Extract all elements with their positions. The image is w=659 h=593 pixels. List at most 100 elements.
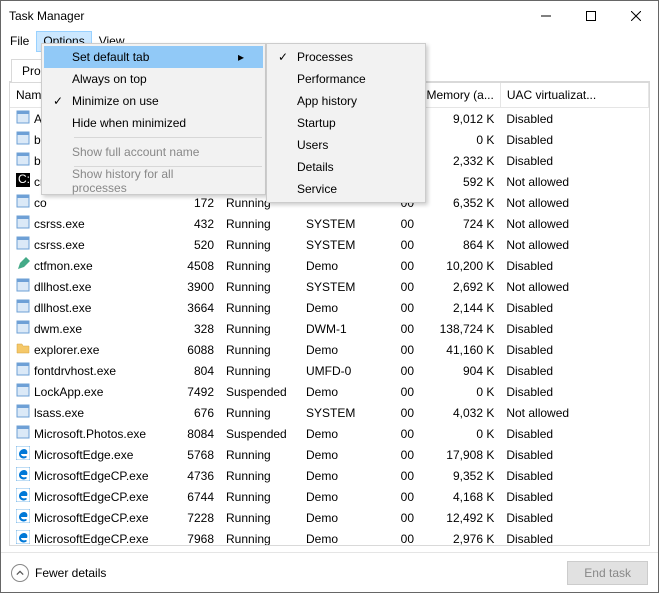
process-name: LockApp.exe: [34, 385, 103, 399]
process-user: Demo: [300, 339, 380, 360]
submenu-service[interactable]: Service: [269, 178, 423, 200]
table-row[interactable]: dwm.exe328RunningDWM-100138,724 KDisable…: [10, 318, 649, 339]
process-pid: 7228: [165, 507, 220, 528]
process-memory: 12,492 K: [420, 507, 500, 528]
process-status: Running: [220, 402, 300, 423]
process-memory: 2,692 K: [420, 276, 500, 297]
process-uac: Disabled: [500, 444, 648, 465]
process-icon: [16, 362, 30, 379]
process-memory: 4,032 K: [420, 402, 500, 423]
submenu-startup[interactable]: Startup: [269, 112, 423, 134]
menu-file[interactable]: File: [3, 31, 36, 52]
process-uac: Disabled: [500, 297, 648, 318]
process-memory: 6,352 K: [420, 192, 500, 213]
fewer-details-button[interactable]: Fewer details: [11, 564, 106, 582]
process-icon: [16, 467, 30, 484]
close-button[interactable]: [613, 1, 658, 31]
process-icon: [16, 215, 30, 232]
process-name: MicrosoftEdgeCP.exe: [34, 490, 149, 504]
process-status: Running: [220, 507, 300, 528]
process-pid: 8084: [165, 423, 220, 444]
submenu-app-history[interactable]: App history: [269, 90, 423, 112]
process-name: dwm.exe: [34, 322, 82, 336]
process-icon: [16, 257, 30, 274]
process-user: Demo: [300, 486, 380, 507]
process-status: Running: [220, 339, 300, 360]
table-row[interactable]: MicrosoftEdge.exe5768RunningDemo0017,908…: [10, 444, 649, 465]
table-row[interactable]: Microsoft.Photos.exe8084SuspendedDemo000…: [10, 423, 649, 444]
end-task-button[interactable]: End task: [567, 561, 648, 585]
process-user: Demo: [300, 423, 380, 444]
submenu-details[interactable]: Details: [269, 156, 423, 178]
table-row[interactable]: csrss.exe432RunningSYSTEM00724 KNot allo…: [10, 213, 649, 234]
process-memory: 2,976 K: [420, 528, 500, 545]
table-row[interactable]: explorer.exe6088RunningDemo0041,160 KDis…: [10, 339, 649, 360]
table-row[interactable]: MicrosoftEdgeCP.exe4736RunningDemo009,35…: [10, 465, 649, 486]
process-uac: Disabled: [500, 528, 648, 545]
process-name: lsass.exe: [34, 406, 84, 420]
process-pid: 4508: [165, 255, 220, 276]
process-status: Running: [220, 297, 300, 318]
submenu-details-label: Details: [297, 160, 407, 174]
process-user: SYSTEM: [300, 276, 380, 297]
process-user: Demo: [300, 528, 380, 545]
submenu-startup-label: Startup: [297, 116, 407, 130]
process-icon: [16, 530, 30, 545]
menu-always-on-top[interactable]: Always on top: [44, 68, 263, 90]
process-memory: 0 K: [420, 423, 500, 444]
process-user: Demo: [300, 465, 380, 486]
process-uac: Disabled: [500, 486, 648, 507]
process-name: dllhost.exe: [34, 301, 91, 315]
table-row[interactable]: dllhost.exe3900RunningSYSTEM002,692 KNot…: [10, 276, 649, 297]
set-default-tab-submenu: ✓Processes Performance App history Start…: [266, 43, 426, 203]
fewer-details-label: Fewer details: [35, 566, 106, 580]
process-pid: 7968: [165, 528, 220, 545]
process-user: SYSTEM: [300, 213, 380, 234]
maximize-button[interactable]: [568, 1, 613, 31]
table-row[interactable]: dllhost.exe3664RunningDemo002,144 KDisab…: [10, 297, 649, 318]
process-status: Running: [220, 255, 300, 276]
menu-minimize-on-use[interactable]: ✓ Minimize on use: [44, 90, 263, 112]
process-name: ctfmon.exe: [34, 259, 93, 273]
process-uac: Disabled: [500, 465, 648, 486]
menu-set-default-tab[interactable]: Set default tab ▸: [44, 46, 263, 68]
process-icon: [16, 131, 30, 148]
process-pid: 6744: [165, 486, 220, 507]
submenu-users[interactable]: Users: [269, 134, 423, 156]
process-name: csrss.exe: [34, 217, 85, 231]
process-icon: [16, 236, 30, 253]
submenu-processes[interactable]: ✓Processes: [269, 46, 423, 68]
process-name: MicrosoftEdgeCP.exe: [34, 532, 149, 546]
menu-show-history-label: Show history for all processes: [72, 167, 235, 195]
process-user: Demo: [300, 381, 380, 402]
process-icon: [16, 383, 30, 400]
menu-separator: [74, 137, 262, 138]
process-name: explorer.exe: [34, 343, 99, 357]
menu-hide-when-minimized[interactable]: Hide when minimized: [44, 112, 263, 134]
submenu-performance[interactable]: Performance: [269, 68, 423, 90]
submenu-users-label: Users: [297, 138, 407, 152]
menu-show-full-account: Show full account name: [44, 141, 263, 163]
minimize-button[interactable]: [523, 1, 568, 31]
table-row[interactable]: MicrosoftEdgeCP.exe6744RunningDemo004,16…: [10, 486, 649, 507]
process-pid: 804: [165, 360, 220, 381]
process-memory: 4,168 K: [420, 486, 500, 507]
col-header-memory[interactable]: Memory (a...: [420, 83, 500, 108]
process-status: Running: [220, 444, 300, 465]
process-name: MicrosoftEdgeCP.exe: [34, 511, 149, 525]
process-memory: 2,332 K: [420, 150, 500, 171]
table-row[interactable]: fontdrvhost.exe804RunningUMFD-000904 KDi…: [10, 360, 649, 381]
process-uac: Disabled: [500, 381, 648, 402]
process-cpu: 00: [380, 339, 420, 360]
table-row[interactable]: MicrosoftEdgeCP.exe7968RunningDemo002,97…: [10, 528, 649, 545]
table-row[interactable]: csrss.exe520RunningSYSTEM00864 KNot allo…: [10, 234, 649, 255]
col-header-uac[interactable]: UAC virtualizat...: [500, 83, 648, 108]
process-uac: Not allowed: [500, 213, 648, 234]
table-row[interactable]: ctfmon.exe4508RunningDemo0010,200 KDisab…: [10, 255, 649, 276]
process-uac: Disabled: [500, 360, 648, 381]
process-status: Running: [220, 486, 300, 507]
process-memory: 138,724 K: [420, 318, 500, 339]
table-row[interactable]: MicrosoftEdgeCP.exe7228RunningDemo0012,4…: [10, 507, 649, 528]
table-row[interactable]: LockApp.exe7492SuspendedDemo000 KDisable…: [10, 381, 649, 402]
table-row[interactable]: lsass.exe676RunningSYSTEM004,032 KNot al…: [10, 402, 649, 423]
